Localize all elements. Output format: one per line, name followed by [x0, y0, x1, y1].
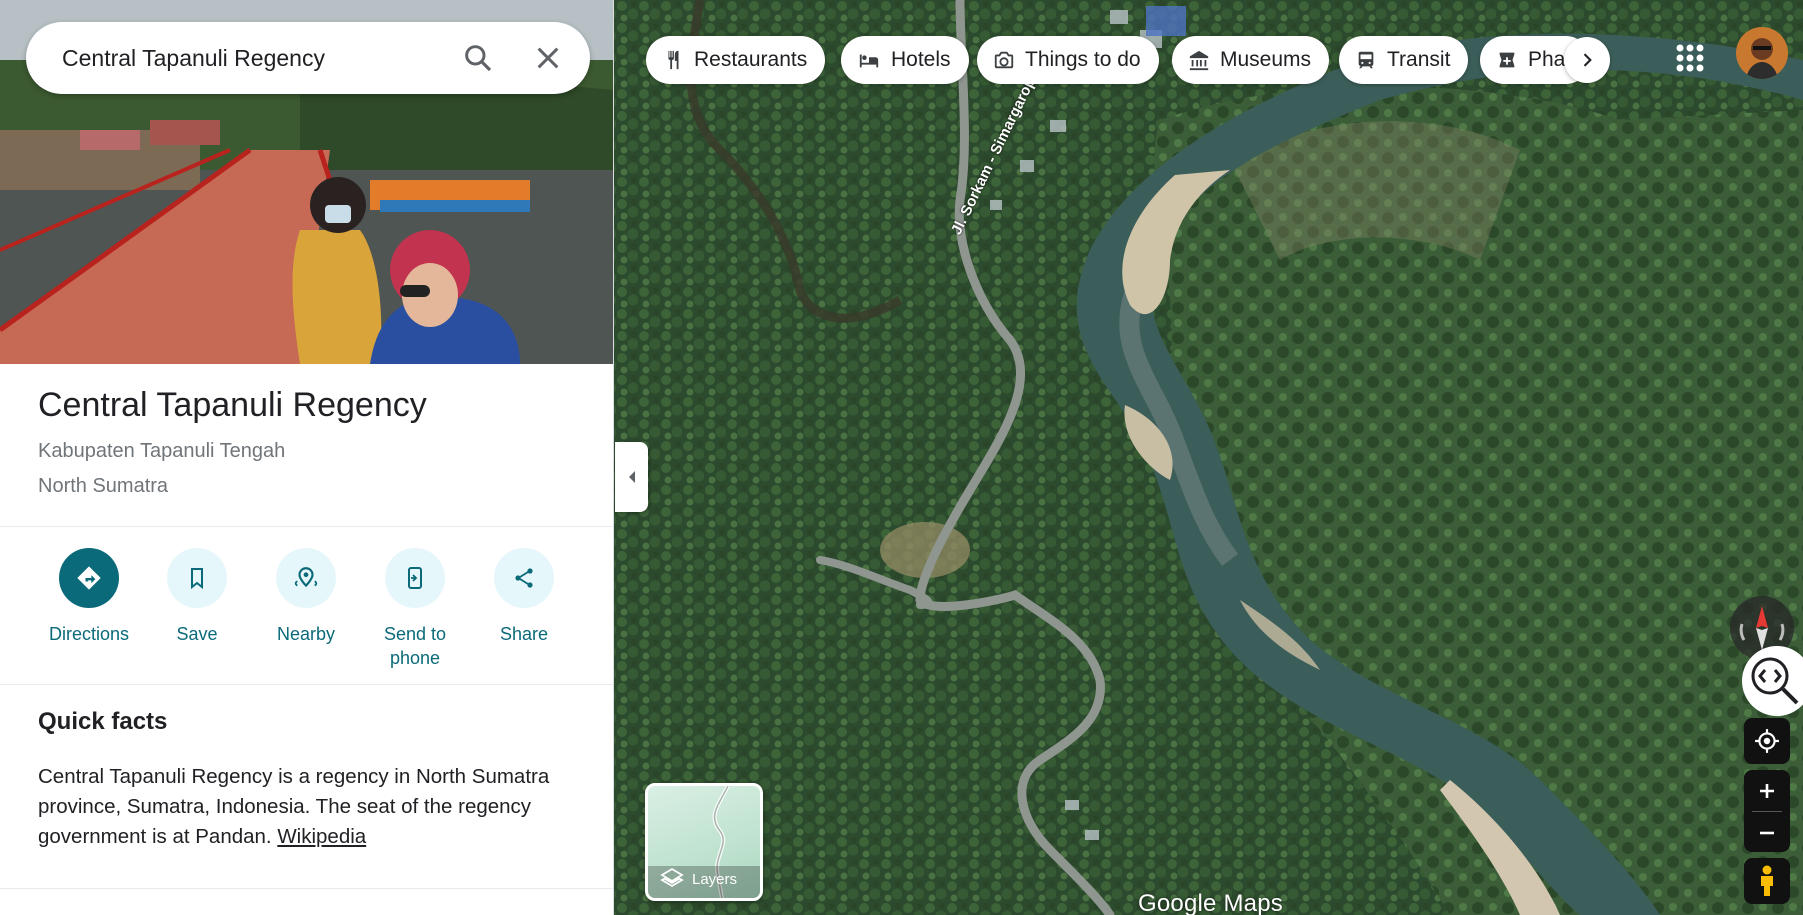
caret-left-icon: [628, 471, 635, 483]
place-panel: Central Tapanuli Regency Kabupaten Tapan…: [0, 0, 614, 915]
layers-label: Layers: [692, 871, 738, 888]
quick-facts-title: Quick facts: [38, 708, 168, 735]
chip-hotels[interactable]: Hotels: [841, 36, 969, 84]
transit-icon: [1358, 51, 1374, 69]
divider: [0, 684, 613, 685]
chips-scroll-right-button[interactable]: [1564, 37, 1610, 83]
zoom-controls: [1744, 770, 1790, 852]
my-location-button[interactable]: [1744, 718, 1790, 764]
chip-label: Things to do: [1025, 48, 1141, 71]
google-maps-brand: Google Maps: [1138, 890, 1283, 915]
street-view-preview[interactable]: [1742, 646, 1803, 716]
chip-restaurants[interactable]: Restaurants: [646, 36, 826, 84]
send-to-phone-circle: [385, 548, 445, 608]
collapse-panel-button[interactable]: [615, 442, 648, 512]
divider: [0, 888, 613, 889]
chevron-right-icon: [1583, 53, 1592, 67]
chip-label: Hotels: [891, 48, 951, 71]
nearby-icon: [294, 567, 318, 588]
wikipedia-link[interactable]: Wikipedia: [277, 825, 366, 848]
minus-icon: [1760, 831, 1774, 834]
share-label: Share: [499, 624, 549, 644]
directions-label: Directions: [48, 624, 130, 644]
save-label: Save: [176, 624, 218, 644]
chip-label: Museums: [1220, 48, 1312, 71]
camera-icon: [994, 51, 1014, 69]
nearby-circle: [276, 548, 336, 608]
directions-circle: [59, 548, 119, 608]
quick-facts-body: Central Tapanuli Regency is a regency in…: [38, 762, 583, 852]
search-input[interactable]: [62, 44, 442, 72]
search-box: [26, 22, 590, 94]
nearby-label: Nearby: [276, 624, 336, 644]
divider: [0, 526, 613, 527]
museum-icon: [1189, 50, 1209, 71]
directions-icon: [77, 566, 101, 590]
send-to-phone-icon: [408, 567, 422, 589]
save-circle: [167, 548, 227, 608]
send-to-phone-button[interactable]: Send to phone: [360, 548, 470, 670]
my-location-icon: [1755, 729, 1779, 753]
chip-label: Restaurants: [694, 48, 808, 71]
zoom-out-button[interactable]: [1744, 812, 1790, 853]
bookmark-icon: [191, 568, 203, 590]
account-avatar[interactable]: [1736, 27, 1788, 79]
search-icon: [465, 45, 492, 72]
layers-icon: [660, 867, 684, 888]
restaurant-icon: [668, 50, 679, 70]
place-local-name: Kabupaten Tapanuli Tengah: [38, 440, 286, 462]
place-title: Central Tapanuli Regency: [38, 386, 427, 424]
search-button[interactable]: [462, 42, 494, 74]
share-button[interactable]: Share: [469, 548, 579, 646]
share-circle: [494, 548, 554, 608]
save-button[interactable]: Save: [142, 548, 252, 646]
pegman-icon: [1761, 865, 1773, 896]
chip-things-to-do[interactable]: Things to do: [977, 36, 1159, 84]
send-to-phone-label: Send to phone: [383, 624, 447, 668]
google-apps-button[interactable]: [1670, 38, 1710, 78]
chip-transit[interactable]: Transit: [1339, 36, 1469, 84]
close-icon: [537, 47, 559, 69]
avatar-image: [1736, 27, 1788, 79]
pharmacy-icon: [1499, 52, 1515, 68]
hotel-icon: [859, 54, 879, 68]
street-view-search-icon: [1751, 657, 1799, 705]
chip-label: Transit: [1387, 48, 1451, 71]
directions-button[interactable]: Directions: [34, 548, 144, 646]
pegman-button[interactable]: [1744, 858, 1790, 904]
share-icon: [515, 568, 533, 588]
place-region: North Sumatra: [38, 475, 169, 497]
zoom-in-button[interactable]: [1744, 770, 1790, 811]
apps-grid-icon: [1676, 44, 1704, 72]
chip-museums[interactable]: Museums: [1172, 36, 1330, 84]
layers-button[interactable]: Layers: [645, 783, 763, 901]
clear-search-button[interactable]: [532, 42, 564, 74]
nearby-button[interactable]: Nearby: [251, 548, 361, 646]
plus-icon: [1760, 783, 1774, 798]
